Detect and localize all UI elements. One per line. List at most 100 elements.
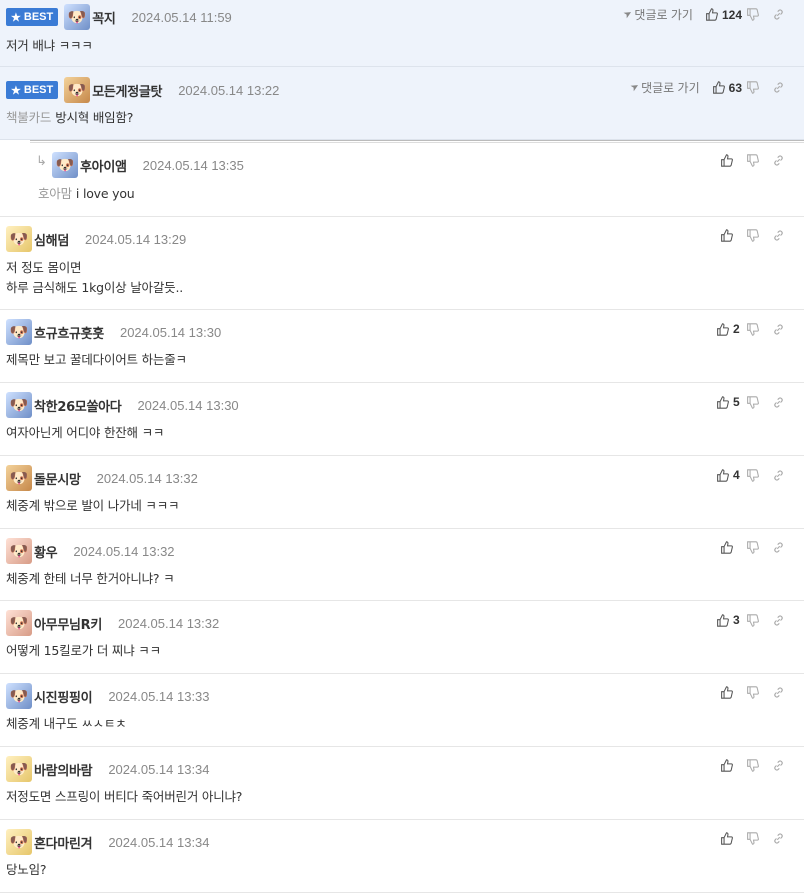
link-button[interactable]	[772, 229, 798, 242]
link-button[interactable]	[772, 8, 798, 21]
comment-item: 🐶 시진핑핑이 2024.05.14 13:33 체중계 내구도 ㅆㅅㅌㅊ	[0, 674, 804, 747]
dog-blue-avatar[interactable]: 🐶	[6, 683, 32, 709]
dislike-button[interactable]	[746, 686, 772, 699]
comment-list: ★ BEST 🐶 꼭지 2024.05.14 11:59 저거 배냐 ㅋㅋㅋ ➤ 댓…	[0, 0, 804, 893]
dislike-button[interactable]	[746, 229, 772, 242]
comment-date: 2024.05.14 13:30	[119, 324, 222, 340]
dislike-button[interactable]	[746, 759, 772, 772]
comment-nick[interactable]: 황우	[34, 542, 58, 561]
link-icon	[774, 542, 783, 553]
link-icon	[774, 614, 783, 626]
star-icon: ★	[11, 84, 21, 97]
dog-yellow-avatar[interactable]: 🐶	[6, 829, 32, 855]
comment-nick[interactable]: 아무무님R키	[34, 614, 102, 633]
dog-brown-avatar[interactable]: 🐶	[6, 465, 32, 491]
thumbs-up-icon	[721, 832, 733, 845]
goto-comment-link[interactable]: ➤ 댓글로 가기	[629, 79, 700, 96]
like-button[interactable]	[720, 759, 746, 772]
link-button[interactable]	[772, 614, 798, 627]
dog-yellow-avatar[interactable]: 🐶	[6, 226, 32, 252]
dislike-button[interactable]	[746, 322, 772, 336]
comment-nick[interactable]: 후아이앰	[80, 156, 127, 175]
like-button[interactable]	[720, 686, 746, 699]
dislike-button[interactable]	[746, 832, 772, 845]
comment-item: 🐶 돌문시망 2024.05.14 13:32 체중계 밖으로 발이 나가네 ㅋ…	[0, 456, 804, 529]
link-button[interactable]	[772, 469, 798, 482]
star-icon: ★	[11, 11, 21, 24]
dog-yellow-avatar[interactable]: 🐶	[6, 756, 32, 782]
dislike-button[interactable]	[746, 395, 772, 409]
comment-nick[interactable]: 꼭지	[92, 8, 116, 27]
dog-blue-avatar[interactable]: 🐶	[64, 4, 91, 30]
comment-nick[interactable]: 돌문시망	[34, 469, 81, 488]
thumbs-up-icon	[721, 686, 733, 699]
link-icon	[774, 9, 783, 20]
comment-nick[interactable]: 모든게정글탓	[92, 81, 162, 100]
comment-nick[interactable]: 심해덤	[34, 230, 69, 249]
like-button[interactable]: 3	[716, 613, 742, 627]
link-icon	[774, 230, 783, 241]
comment-nick[interactable]: 혼다마린겨	[34, 833, 93, 852]
link-button[interactable]	[772, 686, 798, 699]
dislike-button[interactable]	[746, 468, 772, 482]
link-button[interactable]	[772, 396, 798, 409]
comment-nick[interactable]: 시진핑핑이	[34, 687, 93, 706]
link-button[interactable]	[772, 832, 798, 845]
link-icon	[774, 396, 783, 408]
thumbs-down-icon	[747, 395, 759, 409]
link-button[interactable]	[772, 81, 798, 94]
dislike-button[interactable]	[746, 154, 772, 167]
thumbs-up-icon	[721, 541, 733, 554]
thumbs-down-icon	[747, 81, 759, 94]
best-badge: ★ BEST	[6, 81, 59, 99]
comment-text: 호아맘 i love you	[38, 186, 135, 201]
dog-blue-avatar[interactable]: 🐶	[52, 152, 78, 178]
reply-arrow-icon: ↳	[36, 154, 47, 169]
like-button[interactable]: 2	[716, 322, 742, 336]
comment-text: 여자아닌게 어디야 한잔해 ㅋㅋ	[6, 425, 165, 440]
thumbs-up-icon	[721, 154, 733, 167]
like-button[interactable]: 124	[705, 8, 742, 22]
link-button[interactable]	[772, 541, 798, 554]
like-button[interactable]	[720, 229, 746, 242]
comment-item: 🐶 흐규흐규훗훗 2024.05.14 13:30 제목만 보고 꿀데다이어트 …	[0, 310, 804, 383]
dislike-button[interactable]	[746, 541, 772, 554]
dog-pink-avatar[interactable]: 🐶	[6, 610, 32, 636]
comment-nick[interactable]: 바람의바람	[34, 760, 93, 779]
comment-text: 체중계 밖으로 발이 나가네 ㅋㅋㅋ	[6, 498, 180, 513]
comment-nick[interactable]: 흐규흐규훗훗	[34, 323, 104, 342]
dog-pink-avatar[interactable]: 🐶	[6, 538, 32, 564]
dog-brown-avatar[interactable]: 🐶	[64, 77, 91, 103]
like-button[interactable]	[720, 541, 746, 554]
thumbs-up-icon	[717, 322, 729, 336]
dislike-button[interactable]	[746, 613, 772, 627]
thumbs-down-icon	[747, 759, 759, 772]
thumbs-down-icon	[747, 541, 759, 554]
comment-item: ★ BEST 🐶 모든게정글탓 2024.05.14 13:22 책불카드 방시혁 …	[0, 67, 804, 140]
like-button[interactable]: 4	[716, 468, 742, 482]
dog-blue-avatar[interactable]: 🐶	[6, 392, 32, 418]
comment-item: 🐶 바람의바람 2024.05.14 13:34 저정도면 스프링이 버티다 죽…	[0, 747, 804, 820]
dislike-button[interactable]	[746, 8, 772, 21]
like-button[interactable]: 5	[716, 395, 742, 409]
like-button[interactable]: 63	[712, 81, 742, 95]
dislike-button[interactable]	[746, 81, 772, 94]
dog-blue-avatar[interactable]: 🐶	[6, 319, 32, 345]
comment-text: 저 정도 몸이면 하루 금식해도 1kg이상 날아갈듯..	[6, 260, 183, 295]
like-button[interactable]	[720, 154, 746, 167]
comment-date: 2024.05.14 13:29	[84, 231, 187, 247]
comment-item: ★ BEST 🐶 꼭지 2024.05.14 11:59 저거 배냐 ㅋㅋㅋ ➤ 댓…	[0, 0, 804, 67]
link-icon	[774, 687, 783, 698]
user-tag: 호아맘	[38, 186, 72, 201]
link-button[interactable]	[772, 154, 798, 167]
like-button[interactable]	[720, 832, 746, 845]
thumbs-up-icon	[717, 468, 729, 482]
link-button[interactable]	[772, 323, 798, 336]
goto-comment-link[interactable]: ➤ 댓글로 가기	[622, 6, 693, 23]
reply-divider	[30, 140, 804, 143]
comment-text: 당노임?	[6, 862, 47, 877]
comment-text: 책불카드 방시혁 배임함?	[6, 110, 134, 125]
link-button[interactable]	[772, 759, 798, 772]
link-icon	[774, 833, 783, 844]
comment-nick[interactable]: 착한26모쏠아다	[34, 396, 122, 415]
